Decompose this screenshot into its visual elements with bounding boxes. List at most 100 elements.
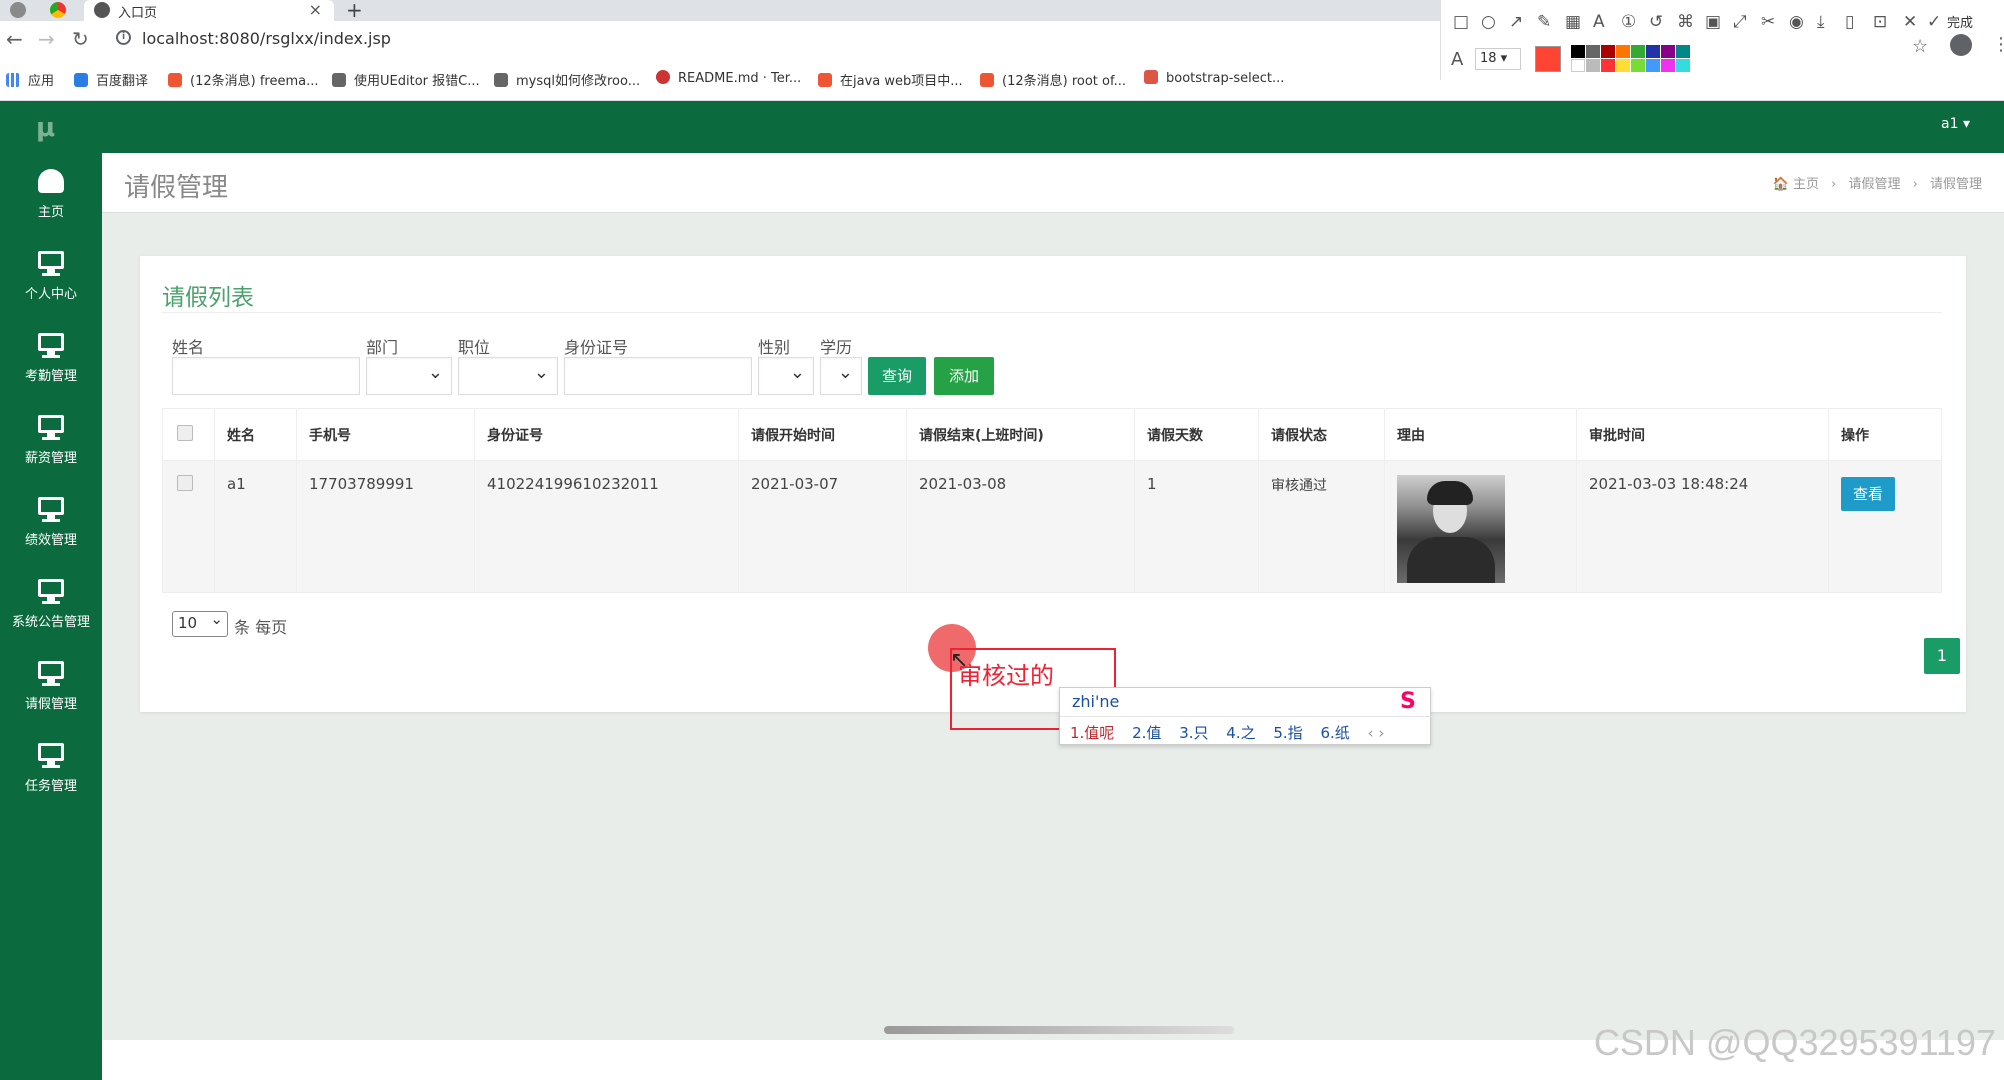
color-swatch[interactable] bbox=[1586, 45, 1600, 58]
column-header[interactable]: 审批时间 bbox=[1576, 408, 1829, 461]
column-header[interactable]: 请假开始时间 bbox=[738, 408, 907, 461]
column-header[interactable]: 姓名 bbox=[214, 408, 297, 461]
sidebar-item-attendance[interactable]: 考勤管理 bbox=[0, 323, 102, 401]
sidebar-item-personal-center[interactable]: 个人中心 bbox=[0, 241, 102, 319]
chrome-icon[interactable] bbox=[50, 2, 66, 18]
ellipse-tool-icon[interactable]: ○ bbox=[1481, 12, 1496, 32]
select-all-checkbox[interactable] bbox=[177, 424, 193, 441]
ocr-icon[interactable]: ✂ bbox=[1761, 12, 1775, 32]
ime-candidate[interactable]: 5.指 bbox=[1273, 724, 1302, 742]
color-swatch[interactable] bbox=[1631, 45, 1645, 58]
education-filter-select[interactable] bbox=[820, 357, 862, 395]
bookmark-item[interactable]: (12条消息) root of... bbox=[980, 70, 1126, 89]
reason-image[interactable] bbox=[1397, 475, 1505, 583]
color-swatch[interactable] bbox=[1676, 59, 1690, 72]
column-header[interactable]: 身份证号 bbox=[474, 408, 739, 461]
undo-icon[interactable]: ↺ bbox=[1649, 12, 1663, 32]
query-button[interactable]: 查询 bbox=[868, 357, 926, 395]
menu-icon[interactable]: ⋮ bbox=[1992, 34, 2004, 55]
bookmark-item[interactable]: mysql如何修改roo... bbox=[494, 70, 640, 89]
close-tab-icon[interactable]: × bbox=[309, 0, 322, 19]
view-button[interactable]: 查看 bbox=[1841, 477, 1895, 511]
bookmark-item[interactable]: (12条消息) freema... bbox=[168, 70, 318, 89]
ime-candidate[interactable]: 4.之 bbox=[1226, 724, 1255, 742]
color-swatch[interactable] bbox=[1616, 45, 1630, 58]
color-swatch[interactable] bbox=[1676, 45, 1690, 58]
sidebar-item-performance[interactable]: 绩效管理 bbox=[0, 487, 102, 565]
column-header[interactable]: 请假状态 bbox=[1258, 408, 1385, 461]
reload-icon[interactable]: ↻ bbox=[72, 27, 89, 51]
app-icon[interactable] bbox=[10, 2, 26, 18]
translate-tool-icon[interactable]: ▣ bbox=[1705, 12, 1721, 32]
column-header[interactable]: 手机号 bbox=[296, 408, 475, 461]
download-icon[interactable]: ⤓ bbox=[1817, 12, 1825, 32]
column-header[interactable]: 请假结束(上班时间) bbox=[906, 408, 1135, 461]
check-icon[interactable]: ✓ bbox=[1927, 12, 1941, 32]
new-tab-icon[interactable]: + bbox=[346, 0, 363, 22]
ime-page-arrows[interactable]: ‹ › bbox=[1368, 724, 1385, 742]
user-menu[interactable]: a1 ▾ bbox=[1941, 116, 1970, 132]
bookmark-item[interactable]: README.md · Ter... bbox=[656, 70, 801, 86]
mosaic-tool-icon[interactable]: ▦ bbox=[1565, 12, 1581, 32]
color-swatch[interactable] bbox=[1646, 59, 1660, 72]
bookmark-item[interactable]: bootstrap-select... bbox=[1144, 70, 1284, 86]
rectangle-tool-icon[interactable]: □ bbox=[1453, 12, 1469, 32]
color-swatch[interactable] bbox=[1661, 59, 1675, 72]
color-swatch[interactable] bbox=[1601, 45, 1615, 58]
record-icon[interactable]: ◉ bbox=[1789, 12, 1804, 32]
ime-candidate[interactable]: 1.值呢 bbox=[1070, 724, 1114, 742]
pencil-tool-icon[interactable]: ✎ bbox=[1537, 12, 1551, 32]
color-swatch[interactable] bbox=[1571, 59, 1585, 72]
star-icon[interactable]: ☆ bbox=[1912, 36, 1928, 57]
bookmark-tool-icon[interactable]: ⊡ bbox=[1873, 12, 1887, 32]
color-swatch[interactable] bbox=[1601, 59, 1615, 72]
sidebar-item-leave[interactable]: 请假管理 bbox=[0, 651, 102, 729]
color-swatch[interactable] bbox=[1661, 45, 1675, 58]
sidebar-item-tasks[interactable]: 任务管理 bbox=[0, 733, 102, 811]
add-button[interactable]: 添加 bbox=[934, 357, 994, 395]
bookmark-item[interactable]: 百度翻译 bbox=[74, 70, 148, 89]
breadcrumb-item[interactable]: 请假管理 bbox=[1848, 177, 1900, 192]
page-size-select[interactable]: 10 bbox=[172, 610, 228, 637]
column-header[interactable]: 理由 bbox=[1384, 408, 1577, 461]
cancel-icon[interactable]: ✕ bbox=[1903, 12, 1917, 32]
scrollbar[interactable] bbox=[884, 1026, 1234, 1034]
color-swatch[interactable] bbox=[1631, 59, 1645, 72]
tab-active[interactable]: 入口页 × bbox=[84, 0, 334, 21]
copy-icon[interactable]: ▯ bbox=[1845, 12, 1854, 32]
ime-candidate[interactable]: 6.纸 bbox=[1320, 724, 1349, 742]
font-size-select[interactable]: 18 ▾ bbox=[1475, 48, 1521, 70]
bookmark-item[interactable]: 在java web项目中... bbox=[818, 70, 963, 89]
expand-icon[interactable]: ⤢ bbox=[1733, 12, 1747, 32]
column-header[interactable]: 请假天数 bbox=[1134, 408, 1259, 461]
idcard-filter-input[interactable] bbox=[564, 357, 752, 395]
bookmark-apps[interactable]: 应用 bbox=[6, 70, 54, 89]
done-button[interactable]: 完成 bbox=[1947, 12, 1973, 31]
text-tool-icon[interactable]: A bbox=[1593, 12, 1605, 32]
gender-filter-select[interactable] bbox=[758, 357, 814, 395]
row-checkbox[interactable] bbox=[177, 475, 193, 491]
color-swatch[interactable] bbox=[1616, 59, 1630, 72]
bookmark-item[interactable]: 使用UEditor 报错C... bbox=[332, 70, 480, 89]
ime-candidate[interactable]: 3.只 bbox=[1179, 724, 1208, 742]
sidebar-item-salary[interactable]: 薪资管理 bbox=[0, 405, 102, 483]
pin-icon[interactable]: ⌘ bbox=[1677, 12, 1694, 32]
url-input[interactable]: localhost:8080/rsglxx/index.jsp bbox=[142, 29, 391, 48]
number-tool-icon[interactable]: ① bbox=[1621, 12, 1636, 32]
position-filter-select[interactable] bbox=[458, 357, 558, 395]
arrow-tool-icon[interactable]: ↗ bbox=[1509, 12, 1523, 32]
color-swatch[interactable] bbox=[1571, 45, 1585, 58]
pagination-page-1[interactable]: 1 bbox=[1924, 638, 1960, 674]
name-filter-input[interactable] bbox=[172, 357, 360, 395]
ime-candidate[interactable]: 2.值 bbox=[1132, 724, 1161, 742]
breadcrumb-home[interactable]: 🏠 主页 bbox=[1773, 177, 1819, 192]
sidebar-item-announcements[interactable]: 系统公告管理 bbox=[0, 569, 102, 647]
profile-icon[interactable] bbox=[1950, 34, 1972, 56]
color-swatch[interactable] bbox=[1646, 45, 1660, 58]
color-swatch[interactable] bbox=[1586, 59, 1600, 72]
dept-filter-select[interactable] bbox=[366, 357, 452, 395]
info-icon[interactable]: i bbox=[116, 30, 131, 45]
forward-icon[interactable]: → bbox=[38, 27, 55, 51]
sidebar-item-home[interactable]: 主页 bbox=[0, 159, 102, 237]
back-icon[interactable]: ← bbox=[6, 27, 23, 51]
